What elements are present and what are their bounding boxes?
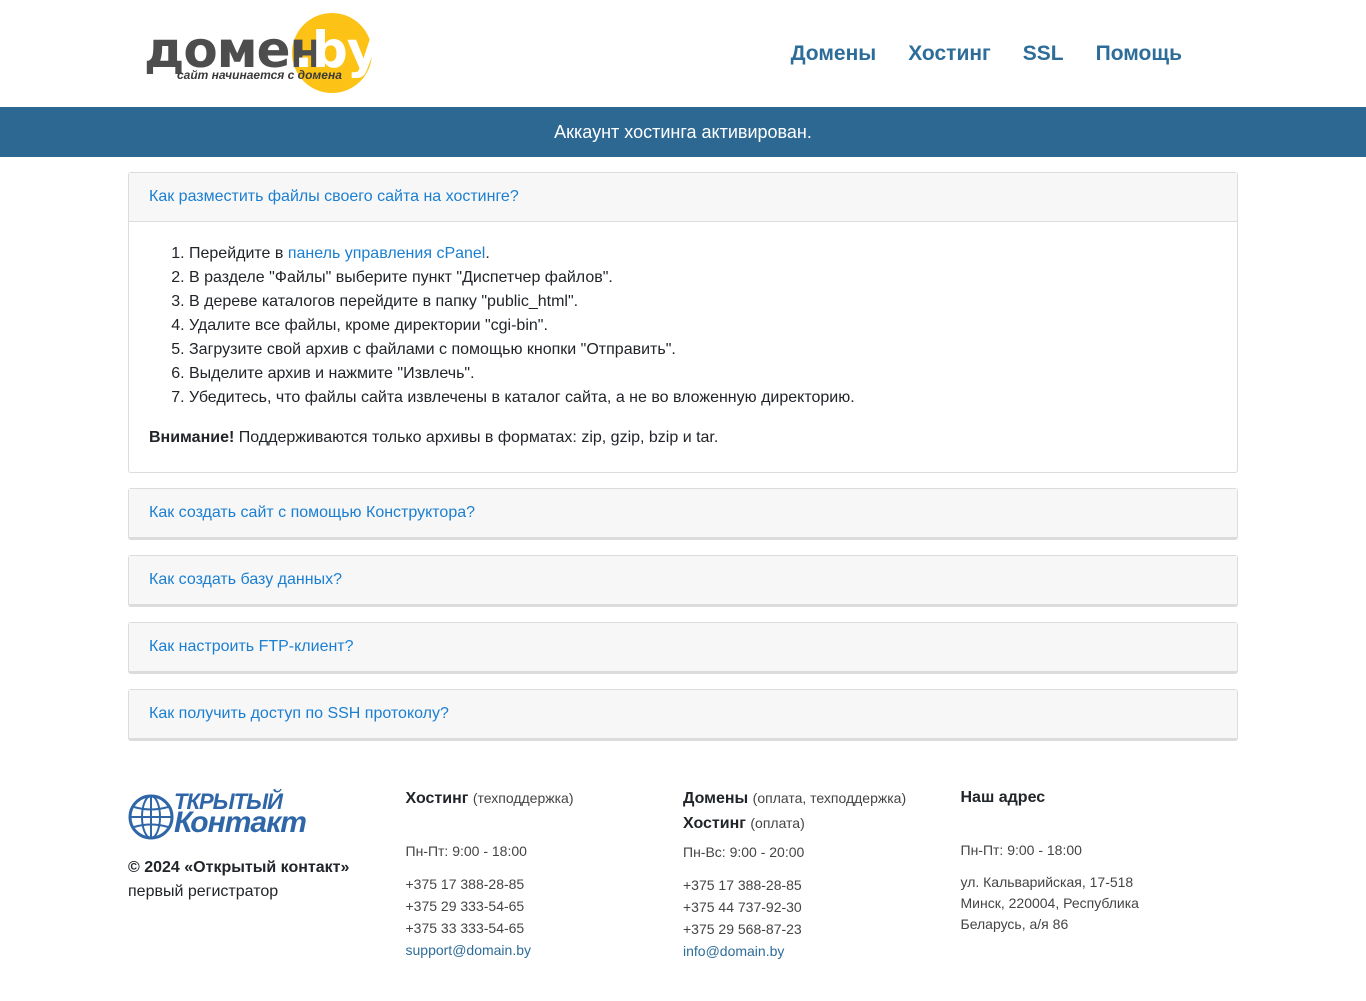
faq-accordion: Как разместить файлы своего сайта на хос… (128, 172, 1238, 741)
footer-address: Наш адрес Пн-Пт: 9:00 - 18:00 ул. Кальва… (961, 786, 1239, 962)
step-1: Перейдите в панель управления cPanel. (189, 242, 1217, 266)
nav-domains[interactable]: Домены (791, 42, 877, 66)
hosting-phone: +375 29 333-54-65 (405, 898, 525, 914)
nav-help[interactable]: Помощь (1096, 42, 1182, 66)
address-line: Беларусь, а/я 86 (960, 916, 1069, 932)
step-3: В дереве каталогов перейдите в папку "pu… (189, 290, 1217, 314)
address-lines: ул. Кальварийская, 17-518 Минск, 220004,… (961, 872, 1239, 935)
domains-contacts: +375 17 388-28-85 +375 44 737-92-30 +375… (683, 874, 961, 962)
faq-toggle-constructor[interactable]: Как создать сайт с помощью Конструктора? (149, 504, 475, 521)
hosting-title: Хостинг (405, 790, 469, 807)
nav-ssl[interactable]: SSL (1023, 42, 1064, 66)
step-6: Выделите архив и нажмите "Извлечь". (189, 362, 1217, 386)
activation-banner: Аккаунт хостинга активирован. (0, 107, 1366, 157)
faq-body-upload: Перейдите в панель управления cPanel. В … (129, 222, 1237, 472)
warning-label: Внимание! (149, 429, 235, 446)
faq-card-upload: Как разместить файлы своего сайта на хос… (128, 172, 1238, 473)
faq-card-ftp: Как настроить FTP-клиент? (128, 622, 1238, 674)
archive-warning: Внимание! Поддерживаются только архивы в… (149, 426, 1217, 450)
copyright-sub: первый регистратор (128, 883, 279, 900)
warning-text: Поддерживаются только архивы в форматах:… (234, 429, 719, 446)
domains-title-2: Хостинг (683, 815, 746, 832)
domains-note: (оплата, техподдержка) (752, 790, 907, 806)
domains-title: Домены (683, 790, 749, 807)
step-2: В разделе "Файлы" выберите пункт "Диспет… (189, 266, 1217, 290)
domains-phone: +375 17 388-28-85 (683, 877, 802, 893)
faq-header-ftp[interactable]: Как настроить FTP-клиент? (129, 623, 1237, 673)
step-1-text: Перейдите в (189, 245, 288, 262)
main-nav: Домены Хостинг SSL Помощь (791, 42, 1182, 66)
domains-phone: +375 29 568-87-23 (683, 921, 802, 937)
address-title: Наш адрес (960, 789, 1046, 806)
cpanel-link[interactable]: панель управления cPanel (288, 245, 486, 262)
faq-toggle-database[interactable]: Как создать базу данных? (149, 571, 342, 588)
faq-header-ssh[interactable]: Как получить доступ по SSH протоколу? (129, 690, 1237, 740)
faq-toggle-ftp[interactable]: Как настроить FTP-клиент? (149, 638, 354, 655)
site-footer: ТКРЫТЫЙ Контакт © 2024 «Открытый контакт… (128, 786, 1238, 962)
address-line: Минск, 220004, Республика (960, 895, 1139, 911)
domains-phone: +375 44 737-92-30 (683, 899, 802, 915)
logo-tagline: сайт начинается с домена (177, 68, 342, 82)
upload-steps: Перейдите в панель управления cPanel. В … (149, 242, 1217, 410)
hosting-contacts: +375 17 388-28-85 +375 29 333-54-65 +375… (406, 873, 684, 961)
faq-header-constructor[interactable]: Как создать сайт с помощью Конструктора? (129, 489, 1237, 539)
hosting-phone: +375 33 333-54-65 (405, 920, 525, 936)
support-email-link[interactable]: support@domain.by (406, 942, 532, 958)
step-4: Удалите все файлы, кроме директории "cgi… (189, 314, 1217, 338)
site-header: домен .by сайт начинается с домена Домен… (0, 0, 1366, 107)
step-1-suffix: . (485, 245, 490, 262)
hosting-hours: Пн-Пт: 9:00 - 18:00 (405, 843, 527, 859)
faq-header-upload[interactable]: Как разместить файлы своего сайта на хос… (129, 173, 1237, 222)
address-line: ул. Кальварийская, 17-518 (960, 874, 1134, 890)
footer-hosting: Хостинг (техподдержка) Пн-Пт: 9:00 - 18:… (406, 786, 684, 962)
domains-title-row-2: Хостинг (оплата) (683, 811, 961, 836)
footer-domains: Домены (оплата, техподдержка) Хостинг (о… (683, 786, 961, 962)
nav-hosting[interactable]: Хостинг (908, 42, 991, 66)
copyright: © 2024 «Открытый контакт» первый регистр… (128, 856, 406, 904)
address-hours: Пн-Пт: 9:00 - 18:00 (960, 842, 1082, 858)
hosting-title-row: Хостинг (техподдержка) (406, 786, 684, 811)
faq-toggle-upload[interactable]: Как разместить файлы своего сайта на хос… (149, 188, 519, 205)
copyright-text: © 2024 «Открытый контакт» (128, 859, 350, 876)
domains-title-row: Домены (оплата, техподдержка) (683, 786, 961, 811)
logo-line-2: Контакт (174, 806, 307, 839)
info-email-link[interactable]: info@domain.by (683, 943, 784, 959)
faq-card-database: Как создать базу данных? (128, 555, 1238, 607)
globe-icon (128, 794, 174, 840)
step-5: Загрузите свой архив с файлами с помощью… (189, 338, 1217, 362)
hosting-note: (техподдержка) (472, 790, 574, 806)
domains-note-2: (оплата) (750, 815, 805, 831)
step-7: Убедитесь, что файлы сайта извлечены в к… (189, 386, 1217, 410)
faq-card-constructor: Как создать сайт с помощью Конструктора? (128, 488, 1238, 540)
domains-hours: Пн-Вс: 9:00 - 20:00 (683, 844, 805, 860)
faq-toggle-ssh[interactable]: Как получить доступ по SSH протоколу? (149, 705, 449, 722)
hosting-phone: +375 17 388-28-85 (405, 876, 525, 892)
faq-card-ssh: Как получить доступ по SSH протоколу? (128, 689, 1238, 741)
otkrytyi-kontakt-logo[interactable]: ТКРЫТЫЙ Контакт (128, 789, 307, 842)
domain-by-logo[interactable]: домен .by сайт начинается с домена (144, 12, 379, 96)
footer-company: ТКРЫТЫЙ Контакт © 2024 «Открытый контакт… (128, 786, 406, 962)
faq-header-database[interactable]: Как создать базу данных? (129, 556, 1237, 606)
